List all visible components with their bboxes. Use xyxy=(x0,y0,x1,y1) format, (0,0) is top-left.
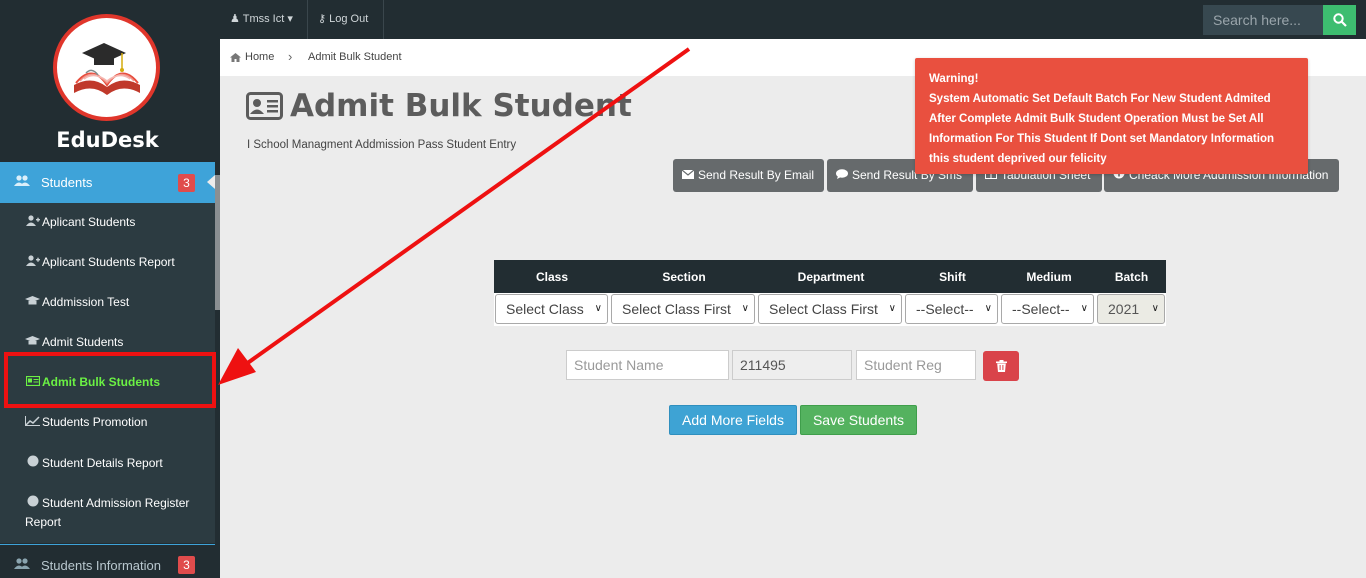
search-icon xyxy=(1332,13,1347,27)
search-input[interactable]: Search here... xyxy=(1203,5,1323,35)
user-add-icon xyxy=(25,255,40,269)
select-value: Select Class First xyxy=(622,301,731,317)
sidebar-item-label: Student Admission Register xyxy=(42,496,190,510)
envelope-icon xyxy=(681,168,695,182)
sidebar-item-label: Students xyxy=(41,175,93,190)
user-name: Tmss Ict xyxy=(242,13,285,25)
comment-icon xyxy=(836,168,848,182)
id-card-icon xyxy=(246,92,283,123)
sidebar-item-student-admission-register[interactable]: Student Admission Register xyxy=(25,495,189,510)
sidebar-item-label-continued: Report xyxy=(25,515,62,529)
graduation-cap-icon xyxy=(25,295,40,309)
sidebar-item-label: Students Information xyxy=(41,558,161,573)
line-chart-icon xyxy=(25,415,40,429)
warning-line: Information For This Student If Dont set… xyxy=(929,133,1274,145)
sidebar-item-aplicant-students-report[interactable]: Aplicant Students Report xyxy=(25,255,175,269)
logo[interactable] xyxy=(53,14,160,121)
graduation-cap-icon xyxy=(25,335,40,349)
chevron-right-icon: › xyxy=(288,49,293,64)
top-navbar: ♟ Tmss Ict ▾ ⚷ Log Out Search here... xyxy=(220,0,1366,39)
users-icon xyxy=(14,558,30,573)
circle-icon xyxy=(25,495,40,510)
chevron-down-icon: ∨ xyxy=(741,303,749,314)
users-icon xyxy=(14,175,30,190)
sidebar-item-label: Admit Students xyxy=(42,335,124,349)
warning-line: System Automatic Set Default Batch For N… xyxy=(929,93,1271,105)
sidebar-item-addmission-test[interactable]: Addmission Test xyxy=(25,295,129,309)
student-reg-input[interactable]: Student Reg xyxy=(856,350,976,380)
select-value: Select Class First xyxy=(769,301,878,317)
annotation-highlight-box xyxy=(4,352,216,408)
logout-label: Log Out xyxy=(329,13,369,25)
brand-name: EduDesk xyxy=(56,128,159,152)
select-value: Select Class xyxy=(506,301,584,317)
home-icon xyxy=(230,53,241,65)
delete-row-button[interactable] xyxy=(983,351,1019,381)
warning-alert: Warning! System Automatic Set Default Ba… xyxy=(915,58,1308,174)
student-name-input[interactable]: Student Name xyxy=(566,350,729,380)
chevron-down-icon: ∨ xyxy=(984,303,992,314)
column-header-department: Department xyxy=(797,270,865,284)
add-more-fields-button[interactable]: Add More Fields xyxy=(669,405,797,435)
select-value: --Select-- xyxy=(1012,301,1070,317)
sidebar-item-admit-students[interactable]: Admit Students xyxy=(25,335,123,349)
key-icon: ⚷ xyxy=(318,13,327,25)
chevron-down-icon: ∨ xyxy=(1080,303,1088,314)
chevron-down-icon: ∨ xyxy=(594,303,602,314)
column-header-medium: Medium xyxy=(1026,270,1072,284)
warning-line: After Complete Admit Bulk Student Operat… xyxy=(929,113,1264,125)
sidebar-item-label: Aplicant Students Report xyxy=(42,255,175,269)
column-header-shift: Shift xyxy=(939,270,966,284)
user-add-icon xyxy=(25,215,40,229)
sidebar-item-students-information[interactable]: Students Information 3 xyxy=(0,544,215,578)
sidebar-item-label: Aplicant Students xyxy=(42,215,136,229)
chevron-down-icon: ∨ xyxy=(888,303,896,314)
count-badge: 3 xyxy=(178,174,195,192)
search-button[interactable] xyxy=(1323,5,1356,35)
department-select[interactable]: Select Class First ∨ xyxy=(758,294,902,324)
sidebar-item-label: Addmission Test xyxy=(42,295,130,309)
table-header: Class Section Department Shift Medium Ba… xyxy=(494,260,1166,293)
active-caret xyxy=(207,175,215,189)
batch-select[interactable]: 2021 ∨ xyxy=(1097,294,1165,324)
page-title: Admit Bulk Student xyxy=(290,88,632,124)
count-badge: 3 xyxy=(178,556,195,574)
student-id-field[interactable]: 211495 xyxy=(732,350,852,380)
button-label: Send Result By Email xyxy=(698,168,815,182)
graduation-book-logo-icon xyxy=(73,42,140,95)
sidebar-item-aplicant-students[interactable]: Aplicant Students xyxy=(25,215,135,229)
medium-select[interactable]: --Select-- ∨ xyxy=(1001,294,1094,324)
save-students-button[interactable]: Save Students xyxy=(800,405,917,435)
shift-select[interactable]: --Select-- ∨ xyxy=(905,294,998,324)
sidebar-scrollbar[interactable] xyxy=(215,175,220,310)
column-header-class: Class xyxy=(535,270,569,284)
select-value: --Select-- xyxy=(916,301,974,317)
circle-icon xyxy=(25,455,40,470)
section-select[interactable]: Select Class First ∨ xyxy=(611,294,755,324)
select-value: 2021 xyxy=(1108,301,1140,317)
page-subtitle: I School Managment Addmission Pass Stude… xyxy=(247,139,517,151)
logout-link[interactable]: ⚷ Log Out xyxy=(308,0,384,39)
warning-title: Warning! xyxy=(929,73,979,85)
sidebar-item-students[interactable]: Students 3 xyxy=(0,162,215,203)
warning-line: this student deprived our felicity xyxy=(929,153,1107,165)
caret-down-icon: ▾ xyxy=(287,13,293,25)
user-icon: ♟ xyxy=(230,13,240,25)
sidebar: EduDesk Students 3 xyxy=(0,0,220,578)
chevron-down-icon: ∨ xyxy=(1151,303,1159,314)
send-result-email-button[interactable]: Send Result By Email xyxy=(673,159,824,192)
column-header-section: Section xyxy=(662,270,706,284)
sidebar-item-label: Students Promotion xyxy=(42,415,148,429)
sidebar-item-student-details-report[interactable]: Student Details Report xyxy=(25,455,163,470)
breadcrumb-home[interactable]: Home xyxy=(245,51,274,63)
sidebar-item-students-promotion[interactable]: Students Promotion xyxy=(25,415,147,429)
breadcrumb-current: Admit Bulk Student xyxy=(308,51,402,63)
user-menu[interactable]: ♟ Tmss Ict ▾ xyxy=(220,0,308,39)
class-select[interactable]: Select Class ∨ xyxy=(495,294,608,324)
sidebar-item-label: Student Details Report xyxy=(42,456,163,470)
trash-icon xyxy=(995,360,1007,372)
table-row: Select Class ∨ Select Class First ∨ Select… xyxy=(494,293,1166,326)
column-header-batch: Batch xyxy=(1114,270,1149,284)
